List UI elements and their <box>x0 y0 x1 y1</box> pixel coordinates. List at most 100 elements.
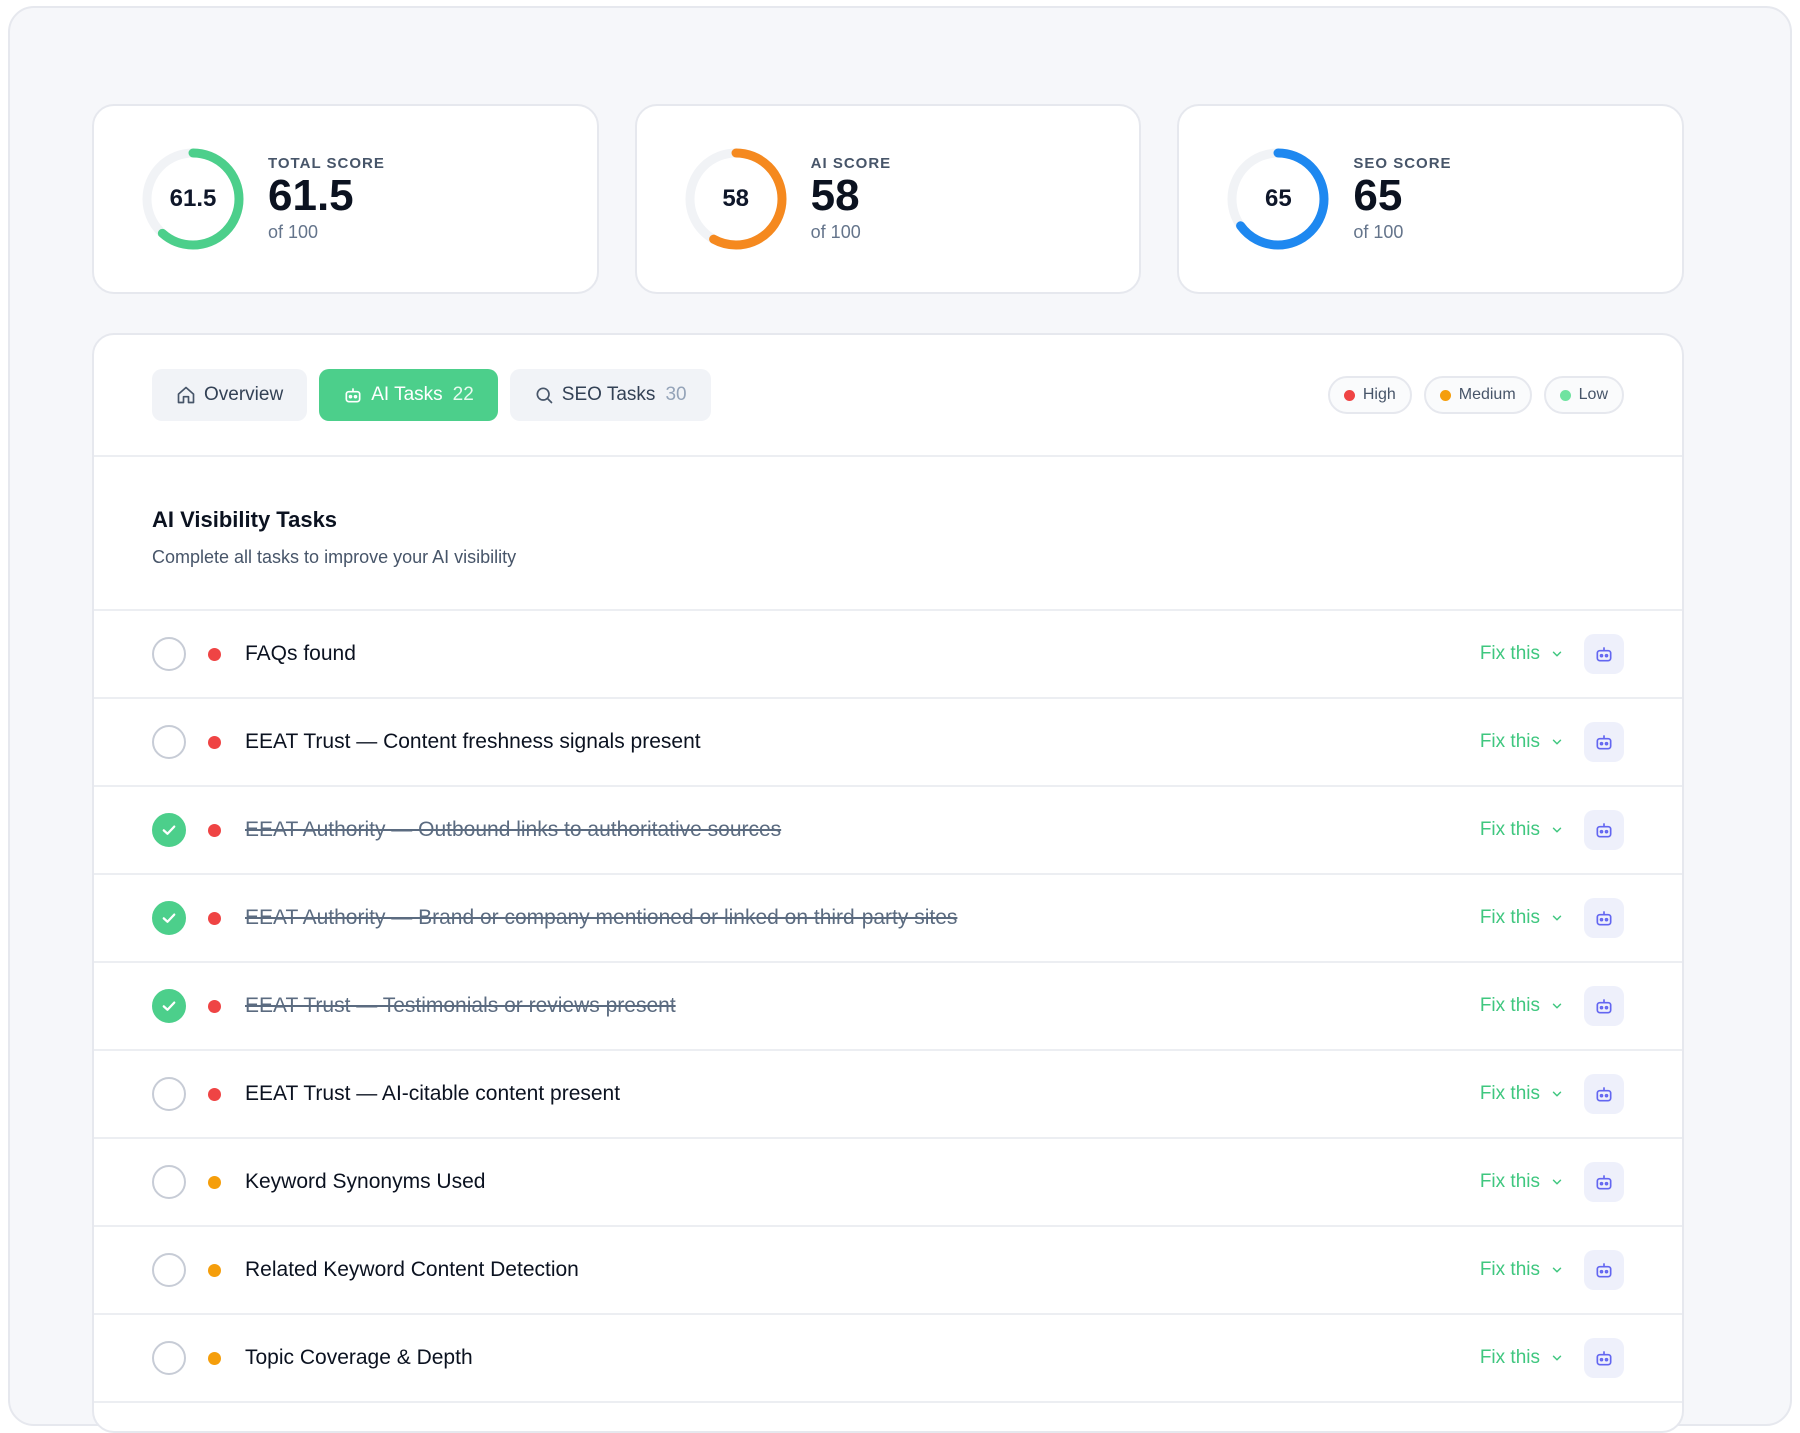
robot-icon <box>1596 911 1612 926</box>
task-checkbox[interactable] <box>152 901 186 935</box>
priority-dot <box>208 1351 221 1365</box>
robot-icon <box>1596 1175 1612 1190</box>
tab-overview[interactable]: Overview <box>152 369 308 421</box>
section-title: AI Visibility Tasks <box>152 507 338 532</box>
task-checkbox[interactable] <box>152 1165 186 1199</box>
total-score-card: 61.5 TOTAL SCORE 61.5 of 100 <box>92 104 599 294</box>
section-subtitle: Complete all tasks to improve your AI vi… <box>152 547 517 567</box>
ai-assist-button[interactable] <box>1584 898 1624 938</box>
legend-high: High <box>1327 376 1412 414</box>
card-label: AI SCORE <box>810 155 892 172</box>
task-checkbox[interactable] <box>152 813 186 847</box>
card-score: 58 <box>810 171 860 220</box>
legend-label: Low <box>1578 386 1608 403</box>
chevron-down-icon <box>1552 739 1562 745</box>
chevron-down-icon <box>1552 1355 1562 1361</box>
task-name: EEAT Authority — Outbound links to autho… <box>245 818 782 841</box>
task-name: Topic Coverage & Depth <box>245 1346 473 1369</box>
fix-this-button[interactable]: Fix this <box>1480 1259 1564 1281</box>
tab-ai-tasks[interactable]: AI Tasks 22 <box>319 369 498 421</box>
chevron-down-icon <box>1552 1179 1562 1185</box>
task-row: Related Keyword Content Detection Fix th… <box>94 1227 1682 1315</box>
task-checkbox[interactable] <box>152 1253 186 1287</box>
fix-this-button[interactable]: Fix this <box>1480 1347 1564 1369</box>
card-score: 61.5 <box>268 171 354 220</box>
task-row: Keyword Synonyms Used Fix this <box>94 1139 1682 1227</box>
task-name: EEAT Trust — Content freshness signals p… <box>245 730 701 753</box>
fix-this-button[interactable]: Fix this <box>1480 1083 1564 1105</box>
section-header: AI Visibility Tasks Complete all tasks t… <box>94 457 1682 611</box>
ai-assist-button[interactable] <box>1584 1162 1624 1202</box>
fix-this-label: Fix this <box>1479 1347 1540 1368</box>
ai-assist-button[interactable] <box>1584 986 1624 1026</box>
chevron-down-icon <box>1552 1267 1562 1273</box>
robot-icon <box>1596 1087 1612 1102</box>
task-checkbox[interactable] <box>152 1341 186 1375</box>
task-row: EEAT Trust — Testimonials or reviews pre… <box>94 963 1682 1051</box>
ai-assist-button[interactable] <box>1584 810 1624 850</box>
low-priority-dot <box>1559 389 1571 401</box>
ai-assist-button[interactable] <box>1584 634 1624 674</box>
check-icon <box>162 1001 176 1011</box>
priority-dot <box>208 1087 221 1101</box>
ai-score-card: 58 AI SCORE 58 of 100 <box>634 104 1142 294</box>
task-checkbox[interactable] <box>152 989 186 1023</box>
tab-bar: Overview AI Tasks 22 SEO Tasks 30 High M… <box>94 335 1682 457</box>
priority-dot <box>208 823 221 837</box>
ai-assist-button[interactable] <box>1584 1074 1624 1114</box>
fix-this-label: Fix this <box>1479 1171 1540 1192</box>
tab-label: SEO Tasks <box>561 384 656 405</box>
ring-value: 58 <box>722 185 750 212</box>
chevron-down-icon <box>1552 915 1562 921</box>
tab-seo-tasks[interactable]: SEO Tasks 30 <box>509 369 711 421</box>
ring-value: 61.5 <box>169 185 217 212</box>
fix-this-label: Fix this <box>1479 907 1540 928</box>
fix-this-label: Fix this <box>1479 731 1540 752</box>
card-score: 65 <box>1353 171 1403 220</box>
fix-this-button[interactable]: Fix this <box>1480 1171 1564 1193</box>
task-row: EEAT Trust — Content freshness signals p… <box>94 699 1682 787</box>
ai-assist-button[interactable] <box>1584 1250 1624 1290</box>
legend-label: High <box>1362 386 1396 403</box>
robot-icon <box>1596 647 1612 662</box>
priority-legend: High Medium Low <box>1327 376 1624 414</box>
fix-this-label: Fix this <box>1479 995 1540 1016</box>
fix-this-button[interactable]: Fix this <box>1480 819 1564 841</box>
robot-icon <box>1596 1351 1612 1366</box>
chevron-down-icon <box>1552 827 1562 833</box>
task-name: EEAT Trust — AI-citable content present <box>245 1082 621 1105</box>
legend-low: Low <box>1543 376 1624 414</box>
priority-dot <box>208 1263 221 1277</box>
card-subtitle: of 100 <box>810 222 861 242</box>
task-checkbox[interactable] <box>152 637 186 671</box>
tab-label: AI Tasks <box>371 384 443 405</box>
ai-assist-button[interactable] <box>1584 1338 1624 1378</box>
fix-this-button[interactable]: Fix this <box>1480 907 1564 929</box>
task-row: EEAT Authority — Outbound links to autho… <box>94 787 1682 875</box>
priority-dot <box>208 999 221 1013</box>
task-name: EEAT Trust — Testimonials or reviews pre… <box>245 994 676 1017</box>
ai-score-ring: 58 <box>681 144 791 254</box>
task-row: EEAT Trust — AI-citable content present … <box>94 1051 1682 1139</box>
task-checkbox[interactable] <box>152 1077 186 1111</box>
fix-this-label: Fix this <box>1479 643 1540 664</box>
priority-dot <box>208 647 221 661</box>
medium-priority-dot <box>1439 389 1451 401</box>
task-row: Topic Coverage & Depth Fix this <box>94 1315 1682 1403</box>
fix-this-button[interactable]: Fix this <box>1480 731 1564 753</box>
card-label: TOTAL SCORE <box>268 155 385 172</box>
priority-dot <box>208 735 221 749</box>
home-icon <box>177 386 195 404</box>
robot-icon <box>1596 1263 1612 1278</box>
task-name: EEAT Authority — Brand or company mentio… <box>245 906 958 929</box>
tab-count: 22 <box>452 384 474 405</box>
ai-assist-button[interactable] <box>1584 722 1624 762</box>
task-list: FAQs found Fix this EEAT Trust — Content… <box>94 611 1682 1403</box>
fix-this-button[interactable]: Fix this <box>1480 643 1564 665</box>
robot-icon <box>1596 823 1612 838</box>
task-name: Keyword Synonyms Used <box>245 1170 486 1193</box>
chevron-down-icon <box>1552 1091 1562 1097</box>
fix-this-button[interactable]: Fix this <box>1480 995 1564 1017</box>
task-checkbox[interactable] <box>152 725 186 759</box>
search-icon <box>536 387 553 404</box>
